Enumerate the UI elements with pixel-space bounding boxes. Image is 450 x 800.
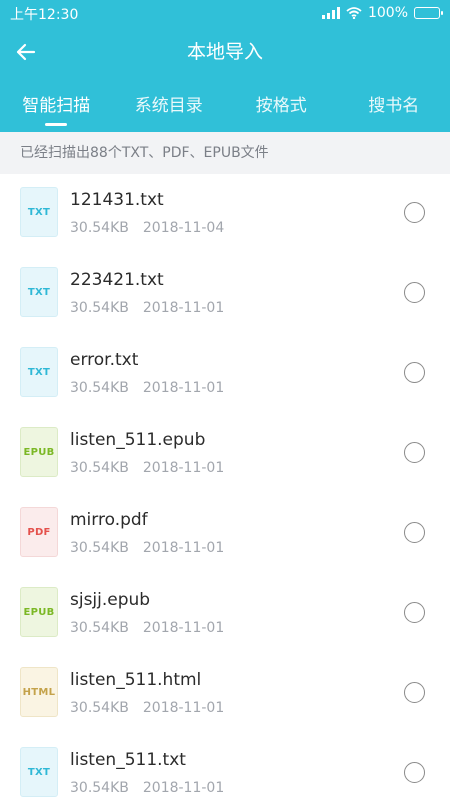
tab-search-title[interactable]: 搜书名 [338,88,450,132]
file-row[interactable]: TXT 223421.txt 30.54KB 2018-11-01 [0,254,450,334]
select-radio[interactable] [404,442,425,463]
select-radio[interactable] [404,522,425,543]
file-meta: 30.54KB 2018-11-01 [70,780,224,796]
tab-label: 智能扫描 [22,96,91,116]
tab-bar: 智能扫描 系统目录 按格式 搜书名 [0,88,450,132]
select-radio[interactable] [404,682,425,703]
file-row[interactable]: TXT listen_511.txt 30.54KB 2018-11-01 [0,734,450,800]
file-meta: 30.54KB 2018-11-01 [70,700,224,716]
file-row[interactable]: EPUB listen_511.epub 30.54KB 2018-11-01 [0,414,450,494]
file-size: 30.54KB [70,220,129,236]
tab-label: 搜书名 [368,96,420,116]
file-row[interactable]: HTML listen_511.html 30.54KB 2018-11-01 [0,654,450,734]
txt-file-icon: TXT [20,187,58,237]
file-name: listen_511.txt [70,750,186,770]
status-indicators: 100% [321,3,443,23]
file-meta: 30.54KB 2018-11-01 [70,540,224,556]
file-row[interactable]: TXT error.txt 30.54KB 2018-11-01 [0,334,450,414]
epub-file-icon: EPUB [20,427,58,477]
tab-label: 系统目录 [134,96,203,116]
file-meta: 30.54KB 2018-11-01 [70,620,224,636]
file-date: 2018-11-01 [142,380,225,396]
file-date: 2018-11-01 [142,300,225,316]
file-meta: 30.54KB 2018-11-01 [70,300,224,316]
file-name: error.txt [70,350,139,370]
txt-file-icon: TXT [20,747,58,797]
file-list: TXT 121431.txt 30.54KB 2018-11-04 TXT 223… [0,174,450,800]
file-meta: 30.54KB 2018-11-01 [70,460,224,476]
file-date: 2018-11-01 [142,700,225,716]
file-size: 30.54KB [70,300,129,316]
file-name: listen_511.html [70,670,202,690]
file-date: 2018-11-01 [142,780,225,796]
signal-icon [321,7,340,19]
tab-smart-scan[interactable]: 智能扫描 [0,88,113,132]
html-file-icon: HTML [20,667,58,717]
file-date: 2018-11-01 [142,620,225,636]
select-radio[interactable] [404,602,425,623]
file-size: 30.54KB [70,380,129,396]
file-size: 30.54KB [70,460,129,476]
epub-file-icon: EPUB [20,587,58,637]
file-name: 121431.txt [70,190,164,210]
file-size: 30.54KB [70,700,129,716]
tab-system-directory[interactable]: 系统目录 [113,88,226,132]
file-date: 2018-11-01 [142,540,225,556]
file-size: 30.54KB [70,540,129,556]
file-row[interactable]: TXT 121431.txt 30.54KB 2018-11-04 [0,174,450,254]
tab-label: 按格式 [255,96,307,116]
file-name: listen_511.epub [70,430,206,450]
status-time: 上午12:30 [10,7,79,23]
file-name: sjsjj.epub [70,590,151,610]
app-header: 上午12:30 100% 本地导入 智能扫描 系统目录 按格式 搜书名 [0,0,450,132]
file-meta: 30.54KB 2018-11-01 [70,380,224,396]
battery-icon [414,7,443,19]
select-radio[interactable] [404,362,425,383]
file-name: mirro.pdf [70,510,148,530]
scan-summary: 已经扫描出88个TXT、PDF、EPUB文件 [0,132,450,174]
file-size: 30.54KB [70,780,129,796]
tab-by-format[interactable]: 按格式 [225,88,338,132]
battery-percent: 100% [367,5,408,21]
file-row[interactable]: EPUB sjsjj.epub 30.54KB 2018-11-01 [0,574,450,654]
file-meta: 30.54KB 2018-11-04 [70,220,224,236]
pdf-file-icon: PDF [20,507,58,557]
file-date: 2018-11-01 [142,460,225,476]
select-radio[interactable] [404,762,425,783]
select-radio[interactable] [404,202,425,223]
file-name: 223421.txt [70,270,164,290]
status-bar: 上午12:30 100% [0,0,450,26]
txt-file-icon: TXT [20,267,58,317]
file-date: 2018-11-04 [142,220,225,236]
txt-file-icon: TXT [20,347,58,397]
page-title: 本地导入 [186,41,263,63]
file-size: 30.54KB [70,620,129,636]
file-row[interactable]: PDF mirro.pdf 30.54KB 2018-11-01 [0,494,450,574]
wifi-icon [346,7,362,19]
select-radio[interactable] [404,282,425,303]
